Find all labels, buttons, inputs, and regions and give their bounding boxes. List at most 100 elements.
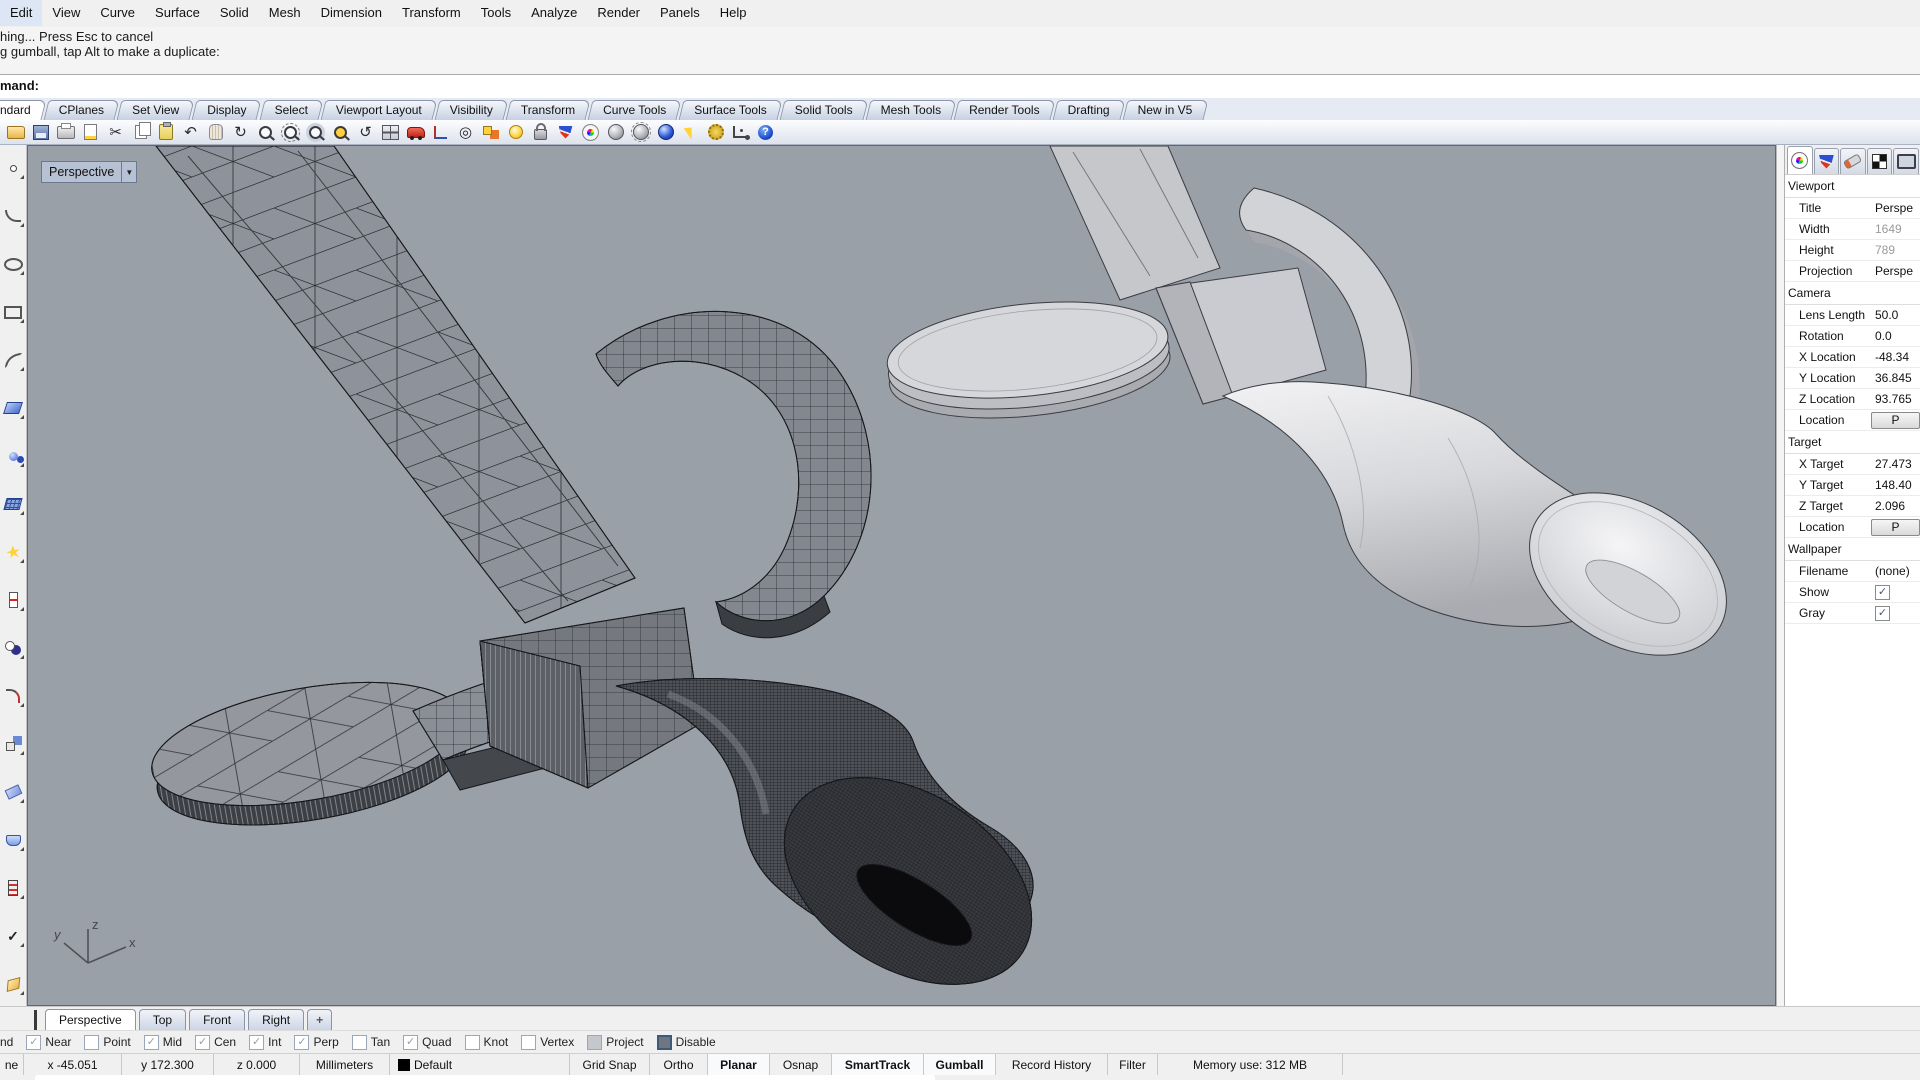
shield-icon[interactable] [554, 121, 577, 144]
toolbar-tab[interactable]: Drafting [1055, 100, 1123, 120]
menu-item[interactable]: Help [710, 0, 757, 26]
checkbox[interactable]: ✓ [249, 1034, 265, 1050]
status-cell[interactable]: Filter [1108, 1054, 1158, 1075]
display-tab[interactable] [1893, 148, 1919, 174]
toolbar-tab[interactable]: Surface Tools [681, 100, 780, 120]
cursor-icon[interactable] [679, 121, 702, 144]
shaded-view-icon[interactable] [604, 121, 627, 144]
print-icon[interactable] [54, 121, 77, 144]
viewport-tab[interactable]: Right [248, 1009, 305, 1030]
export-icon[interactable] [79, 121, 102, 144]
status-cell[interactable]: Ortho [650, 1054, 708, 1075]
toolbar-tab[interactable]: Display [194, 100, 259, 120]
status-cell[interactable]: Gumball [924, 1054, 996, 1075]
properties-tab[interactable] [1787, 146, 1813, 174]
copy-icon[interactable] [129, 121, 152, 144]
viewport-tab[interactable]: Front [189, 1009, 246, 1030]
status-cell[interactable]: Default [390, 1054, 570, 1075]
status-cell[interactable]: y 172.300 [122, 1054, 214, 1075]
materials-tab[interactable] [1866, 148, 1893, 174]
toolbar-tab[interactable]: CPlanes [46, 100, 117, 120]
lock-icon[interactable] [529, 121, 552, 144]
paint-tool-icon[interactable] [1, 973, 25, 995]
toolbar-tab[interactable]: Visibility [437, 100, 506, 120]
save-icon[interactable] [29, 121, 52, 144]
checkbox[interactable] [464, 1034, 480, 1050]
ellipse-tool-icon[interactable] [1, 253, 25, 275]
mesh-tool-icon[interactable] [1, 493, 25, 515]
status-cell[interactable]: Memory use: 312 MB [1158, 1054, 1343, 1075]
toolbar-tab[interactable]: ndard [0, 100, 44, 120]
tab-splitter[interactable] [34, 1010, 37, 1030]
status-cell[interactable]: Grid Snap [570, 1054, 650, 1075]
viewport-tab[interactable]: Top [138, 1009, 187, 1030]
shapes-icon[interactable] [479, 121, 502, 144]
lamp-icon[interactable] [504, 121, 527, 144]
wireframe-sword-model[interactable] [142, 146, 1069, 1006]
menu-item[interactable]: Analyze [521, 0, 587, 26]
toolbar-tab[interactable]: Render Tools [956, 100, 1053, 120]
toolbar-tab[interactable]: New in V5 [1125, 100, 1206, 120]
status-cell[interactable]: Record History [996, 1054, 1108, 1075]
menu-item[interactable]: Mesh [259, 0, 311, 26]
checkbox[interactable] [521, 1034, 537, 1050]
status-cell[interactable]: x -45.051 [24, 1054, 122, 1075]
toolbar-tab[interactable]: Solid Tools [782, 100, 866, 120]
arc-tool-icon[interactable] [1, 349, 25, 371]
viewport-title-dropdown[interactable]: Perspective ▼ [41, 161, 138, 183]
status-cell[interactable]: Millimeters [300, 1054, 390, 1075]
status-cell[interactable]: Osnap [770, 1054, 832, 1075]
osnap-toggle[interactable]: Knot [464, 1034, 508, 1050]
set-cplane-icon[interactable]: ◎ [454, 121, 477, 144]
toolbar-tab[interactable]: Select [262, 100, 321, 120]
pan-icon[interactable] [204, 121, 227, 144]
menu-item[interactable]: Tools [471, 0, 521, 26]
render-icon[interactable] [654, 121, 677, 144]
osnap-toggle[interactable]: Point [84, 1034, 131, 1050]
viewport-tab[interactable]: Perspective [45, 1009, 136, 1030]
status-cell[interactable]: Planar [708, 1054, 770, 1075]
fillet-tool-icon[interactable] [1, 685, 25, 707]
osnap-toggle[interactable]: nd [0, 1035, 13, 1049]
command-prompt[interactable]: mand: [0, 74, 1920, 99]
osnap-toggle[interactable]: ✓ Mid [143, 1034, 182, 1050]
shaded-sword-model[interactable] [883, 146, 1756, 688]
cut-icon[interactable]: ✂ [104, 121, 127, 144]
menu-item[interactable]: Render [587, 0, 650, 26]
rotate-view-icon[interactable]: ↻ [229, 121, 252, 144]
menu-item[interactable]: Edit [0, 0, 43, 26]
zoom-dynamic-icon[interactable] [254, 121, 277, 144]
chevron-down-icon[interactable]: ▼ [121, 162, 137, 182]
layers-tab[interactable] [1813, 148, 1840, 174]
checkbox[interactable]: ✓ [294, 1034, 310, 1050]
checkbox[interactable] [656, 1034, 672, 1050]
checkbox[interactable]: ✓ [403, 1034, 419, 1050]
toolbar-tab[interactable]: Set View [119, 100, 192, 120]
viewport-canvas[interactable]: Perspective ▼ z x y [27, 145, 1776, 1006]
surface-tool-icon[interactable] [1, 397, 25, 419]
flow-tool-icon[interactable] [1, 781, 25, 803]
osnap-toggle[interactable]: Disable [656, 1034, 716, 1050]
status-cell[interactable]: SmartTrack [832, 1054, 924, 1075]
status-cell[interactable]: ne [0, 1054, 24, 1075]
viewport-layout-icon[interactable] [379, 121, 402, 144]
sphere-tool-icon[interactable] [1, 445, 25, 467]
toolbar-tab[interactable]: Viewport Layout [323, 100, 435, 120]
curve-tool-icon[interactable] [1, 205, 25, 227]
menu-item[interactable]: Curve [90, 0, 145, 26]
rectangle-tool-icon[interactable] [1, 301, 25, 323]
checkbox[interactable] [587, 1034, 603, 1050]
check-tool-icon[interactable]: ✓ [1, 925, 25, 947]
shade-selected-icon[interactable] [629, 121, 652, 144]
undo-icon[interactable]: ↶ [179, 121, 202, 144]
checkbox[interactable]: ✓ [143, 1034, 159, 1050]
osnap-toggle[interactable]: Tan [351, 1034, 390, 1050]
zoom-window-icon[interactable] [279, 121, 302, 144]
toolbar-tab[interactable]: Transform [508, 100, 588, 120]
point-tool-icon[interactable] [1, 157, 25, 179]
osnap-toggle[interactable]: ✓ Cen [195, 1034, 236, 1050]
checkbox[interactable] [351, 1034, 367, 1050]
cplane-axes-icon[interactable] [429, 121, 452, 144]
menu-item[interactable]: Panels [650, 0, 710, 26]
menu-item[interactable]: View [42, 0, 90, 26]
